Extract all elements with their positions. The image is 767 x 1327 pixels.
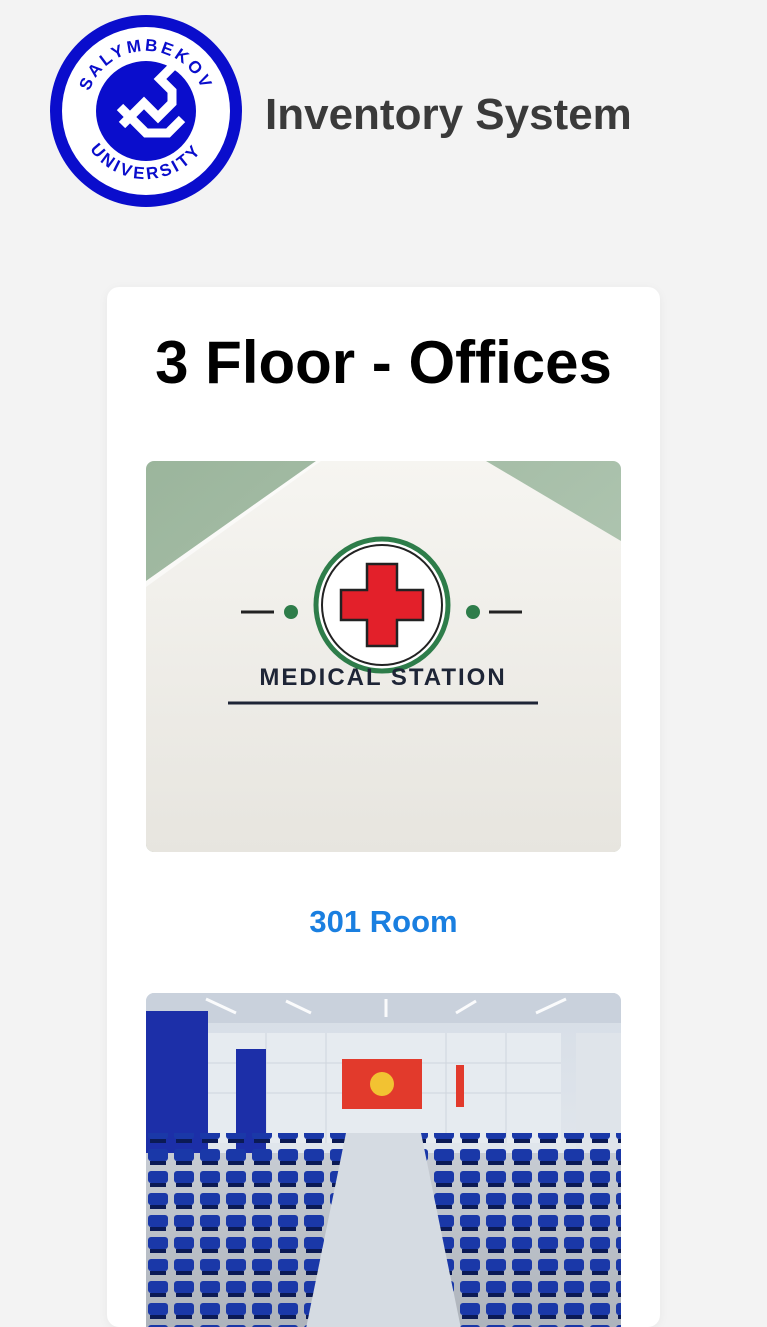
app-title: Inventory System bbox=[265, 90, 632, 139]
app-header: SALYMBEKOV UNIVERSITY Inventory System bbox=[0, 0, 767, 230]
floor-title: 3 Floor - Offices bbox=[155, 329, 612, 396]
floor-card: 3 Floor - Offices MEDICAL STATION 301 Ro… bbox=[107, 287, 660, 1327]
room-301-link[interactable]: 301 Room bbox=[107, 903, 660, 941]
room-image[interactable]: MEDICAL STATION bbox=[146, 461, 621, 852]
room-image[interactable] bbox=[146, 993, 621, 1327]
university-logo[interactable]: SALYMBEKOV UNIVERSITY bbox=[48, 13, 244, 209]
medical-station-sign: MEDICAL STATION bbox=[259, 664, 506, 691]
